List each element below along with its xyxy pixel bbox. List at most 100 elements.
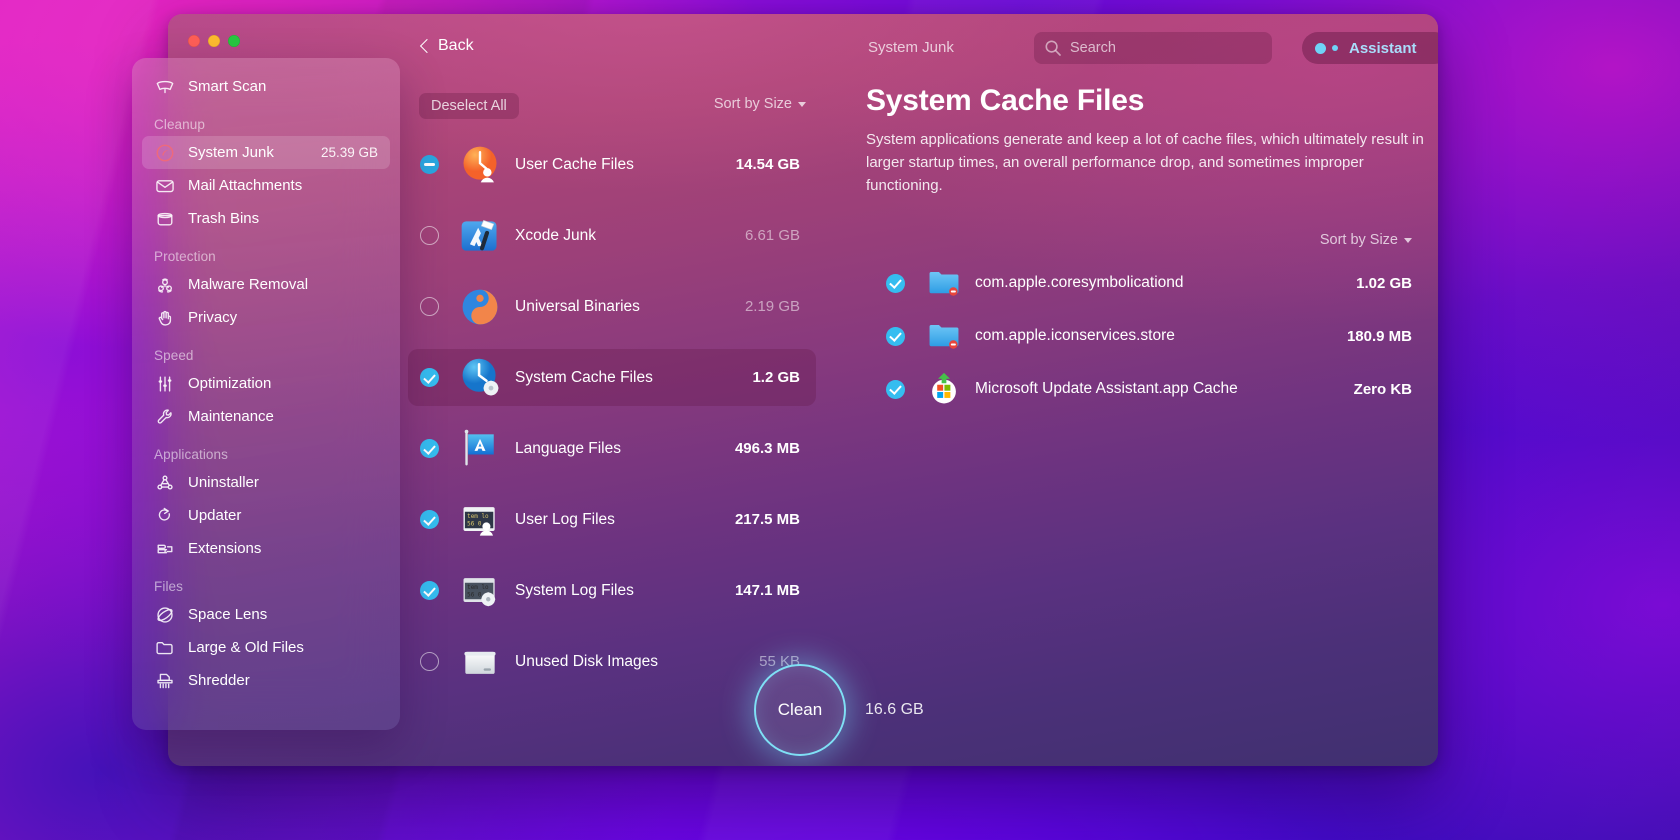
assistant-dot-large-icon <box>1315 42 1326 54</box>
sidebar-item-uninstaller[interactable]: Uninstaller <box>142 466 390 499</box>
sidebar-item-mail-attachments[interactable]: Mail Attachments <box>142 169 390 202</box>
zoom-window-button[interactable] <box>228 35 240 47</box>
junk-row-name: Xcode Junk <box>515 226 596 244</box>
sidebar-item-maintenance[interactable]: Maintenance <box>142 400 390 433</box>
sidebar-item-label: Trash Bins <box>188 210 260 227</box>
close-window-button[interactable] <box>188 35 200 47</box>
sidebar-item-large-old-files[interactable]: Large & Old Files <box>142 631 390 664</box>
sliders-icon <box>154 374 176 394</box>
clean-button[interactable]: Clean <box>754 664 846 756</box>
sidebar-item-space-lens[interactable]: Space Lens <box>142 598 390 631</box>
detail-row-size: 180.9 MB <box>1346 327 1412 345</box>
detail-row-microsoft-update-assistant-app-cache[interactable]: Microsoft Update Assistant.app Cache Zer… <box>866 367 1412 411</box>
sidebar-item-label: Malware Removal <box>188 276 309 293</box>
extensions-icon <box>154 539 176 559</box>
breadcrumb: System Junk <box>868 39 954 56</box>
junk-row-name: Universal Binaries <box>515 297 640 315</box>
smart-scan-icon <box>154 77 176 97</box>
detail-row-com-apple-coresymbolicationd[interactable]: com.apple.coresymbolicationd 1.02 GB <box>866 261 1412 305</box>
hand-icon <box>154 308 176 328</box>
junk-list-toolbar: Deselect All Sort by Size <box>400 84 824 136</box>
junk-row-size: 2.19 GB <box>744 298 800 315</box>
detail-title: System Cache Files <box>866 84 1145 117</box>
junk-row-system-log-files[interactable]: tem lo 56 0 System Log Files 147.1 MB <box>408 562 816 619</box>
sidebar-item-privacy[interactable]: Privacy <box>142 301 390 334</box>
junk-row-size: 6.61 GB <box>744 227 800 244</box>
biohazard-icon <box>154 275 176 295</box>
minimize-window-button[interactable] <box>208 35 220 47</box>
updater-icon <box>154 506 176 526</box>
detail-row-name: com.apple.iconservices.store <box>975 327 1175 344</box>
desktop-wallpaper: Back System Junk Search Assistant Desele… <box>0 0 1680 840</box>
sidebar-item-label: Uninstaller <box>188 474 259 491</box>
detail-row-name: com.apple.coresymbolicationd <box>975 274 1184 291</box>
universal-binaries-icon <box>458 285 502 329</box>
detail-row-size: 1.02 GB <box>1356 274 1412 292</box>
deselect-all-button[interactable]: Deselect All <box>419 93 519 119</box>
sidebar-item-system-junk[interactable]: System Junk 25.39 GB <box>142 136 390 169</box>
sidebar-item-label: Updater <box>188 507 242 524</box>
checkbox-system-cache-files[interactable] <box>420 368 439 387</box>
detail-row-name: Microsoft Update Assistant.app Cache <box>975 380 1238 397</box>
assistant-button[interactable]: Assistant <box>1302 32 1438 64</box>
detail-row-com-apple-iconservices-store[interactable]: com.apple.iconservices.store 180.9 MB <box>866 314 1412 358</box>
xcode-icon <box>458 214 502 258</box>
sidebar[interactable]: Smart Scan Cleanup System Junk 25.39 GB … <box>132 58 400 730</box>
sidebar-item-label: Shredder <box>188 672 250 689</box>
junk-row-user-cache-files[interactable]: User Cache Files 14.54 GB <box>408 136 816 193</box>
junk-row-user-log-files[interactable]: tem lo 56 0 User Log Files 217.5 MB <box>408 491 816 548</box>
junk-row-system-cache-files[interactable]: System Cache Files 1.2 GB <box>408 349 816 406</box>
detail-pane: System Cache Files System applications g… <box>866 84 1438 684</box>
checkbox-com-apple-coresymbolicationd[interactable] <box>886 273 905 293</box>
detail-sort-dropdown[interactable]: Sort by Size <box>1320 232 1412 248</box>
checkbox-user-log-files[interactable] <box>420 510 439 529</box>
trash-icon <box>154 209 176 229</box>
sidebar-item-optimization[interactable]: Optimization <box>142 367 390 400</box>
shredder-icon <box>154 671 176 691</box>
checkbox-user-cache-files[interactable] <box>420 155 439 174</box>
wrench-icon <box>154 407 176 427</box>
checkbox-xcode-junk[interactable] <box>420 226 439 245</box>
junk-row-size: 217.5 MB <box>734 511 800 528</box>
sidebar-item-extensions[interactable]: Extensions <box>142 532 390 565</box>
sidebar-item-label: Maintenance <box>188 408 274 425</box>
mail-icon <box>154 176 176 196</box>
sidebar-item-size: 25.39 GB <box>320 145 378 160</box>
sidebar-item-label: Extensions <box>188 540 262 557</box>
user-log-icon: tem lo 56 0 <box>458 498 502 542</box>
junk-row-language-files[interactable]: Language Files 496.3 MB <box>408 420 816 477</box>
sidebar-item-trash-bins[interactable]: Trash Bins <box>142 202 390 235</box>
sidebar-item-shredder[interactable]: Shredder <box>142 664 390 697</box>
checkbox-com-apple-iconservices-store[interactable] <box>886 326 905 346</box>
checkbox-universal-binaries[interactable] <box>420 297 439 316</box>
window-traffic-lights[interactable] <box>188 35 240 47</box>
svg-text:tem lo: tem lo <box>467 513 489 520</box>
junk-sort-dropdown[interactable]: Sort by Size <box>714 96 806 112</box>
checkbox-system-log-files[interactable] <box>420 581 439 600</box>
sidebar-item-label: System Junk <box>188 144 274 161</box>
search-input[interactable]: Search <box>1034 32 1272 64</box>
junk-row-xcode-junk[interactable]: Xcode Junk 6.61 GB <box>408 207 816 264</box>
svg-text:56 0: 56 0 <box>467 591 482 598</box>
back-label: Back <box>438 37 474 54</box>
sidebar-item-updater[interactable]: Updater <box>142 499 390 532</box>
clean-label: Clean <box>777 700 823 719</box>
microsoft-update-icon <box>927 372 961 406</box>
checkbox-microsoft-update-assistant-app-cache[interactable] <box>886 379 905 399</box>
checkbox-language-files[interactable] <box>420 439 439 458</box>
sidebar-item-smart-scan[interactable]: Smart Scan <box>142 70 390 103</box>
svg-text:tem lo: tem lo <box>467 584 489 591</box>
sidebar-item-label: Mail Attachments <box>188 177 303 194</box>
chevron-down-icon <box>1404 237 1412 243</box>
uninstaller-icon <box>154 473 176 493</box>
junk-row-name: System Cache Files <box>515 368 653 386</box>
junk-row-universal-binaries[interactable]: Universal Binaries 2.19 GB <box>408 278 816 335</box>
back-button[interactable]: Back <box>420 37 474 55</box>
sidebar-item-malware-removal[interactable]: Malware Removal <box>142 268 390 301</box>
junk-sort-label: Sort by Size <box>713 96 792 112</box>
sidebar-item-label: Privacy <box>188 309 238 326</box>
folder-icon <box>154 638 176 658</box>
junk-row-size: 496.3 MB <box>734 440 800 457</box>
sidebar-group-title: Protection <box>154 249 216 264</box>
junk-row-name: User Log Files <box>515 510 615 528</box>
